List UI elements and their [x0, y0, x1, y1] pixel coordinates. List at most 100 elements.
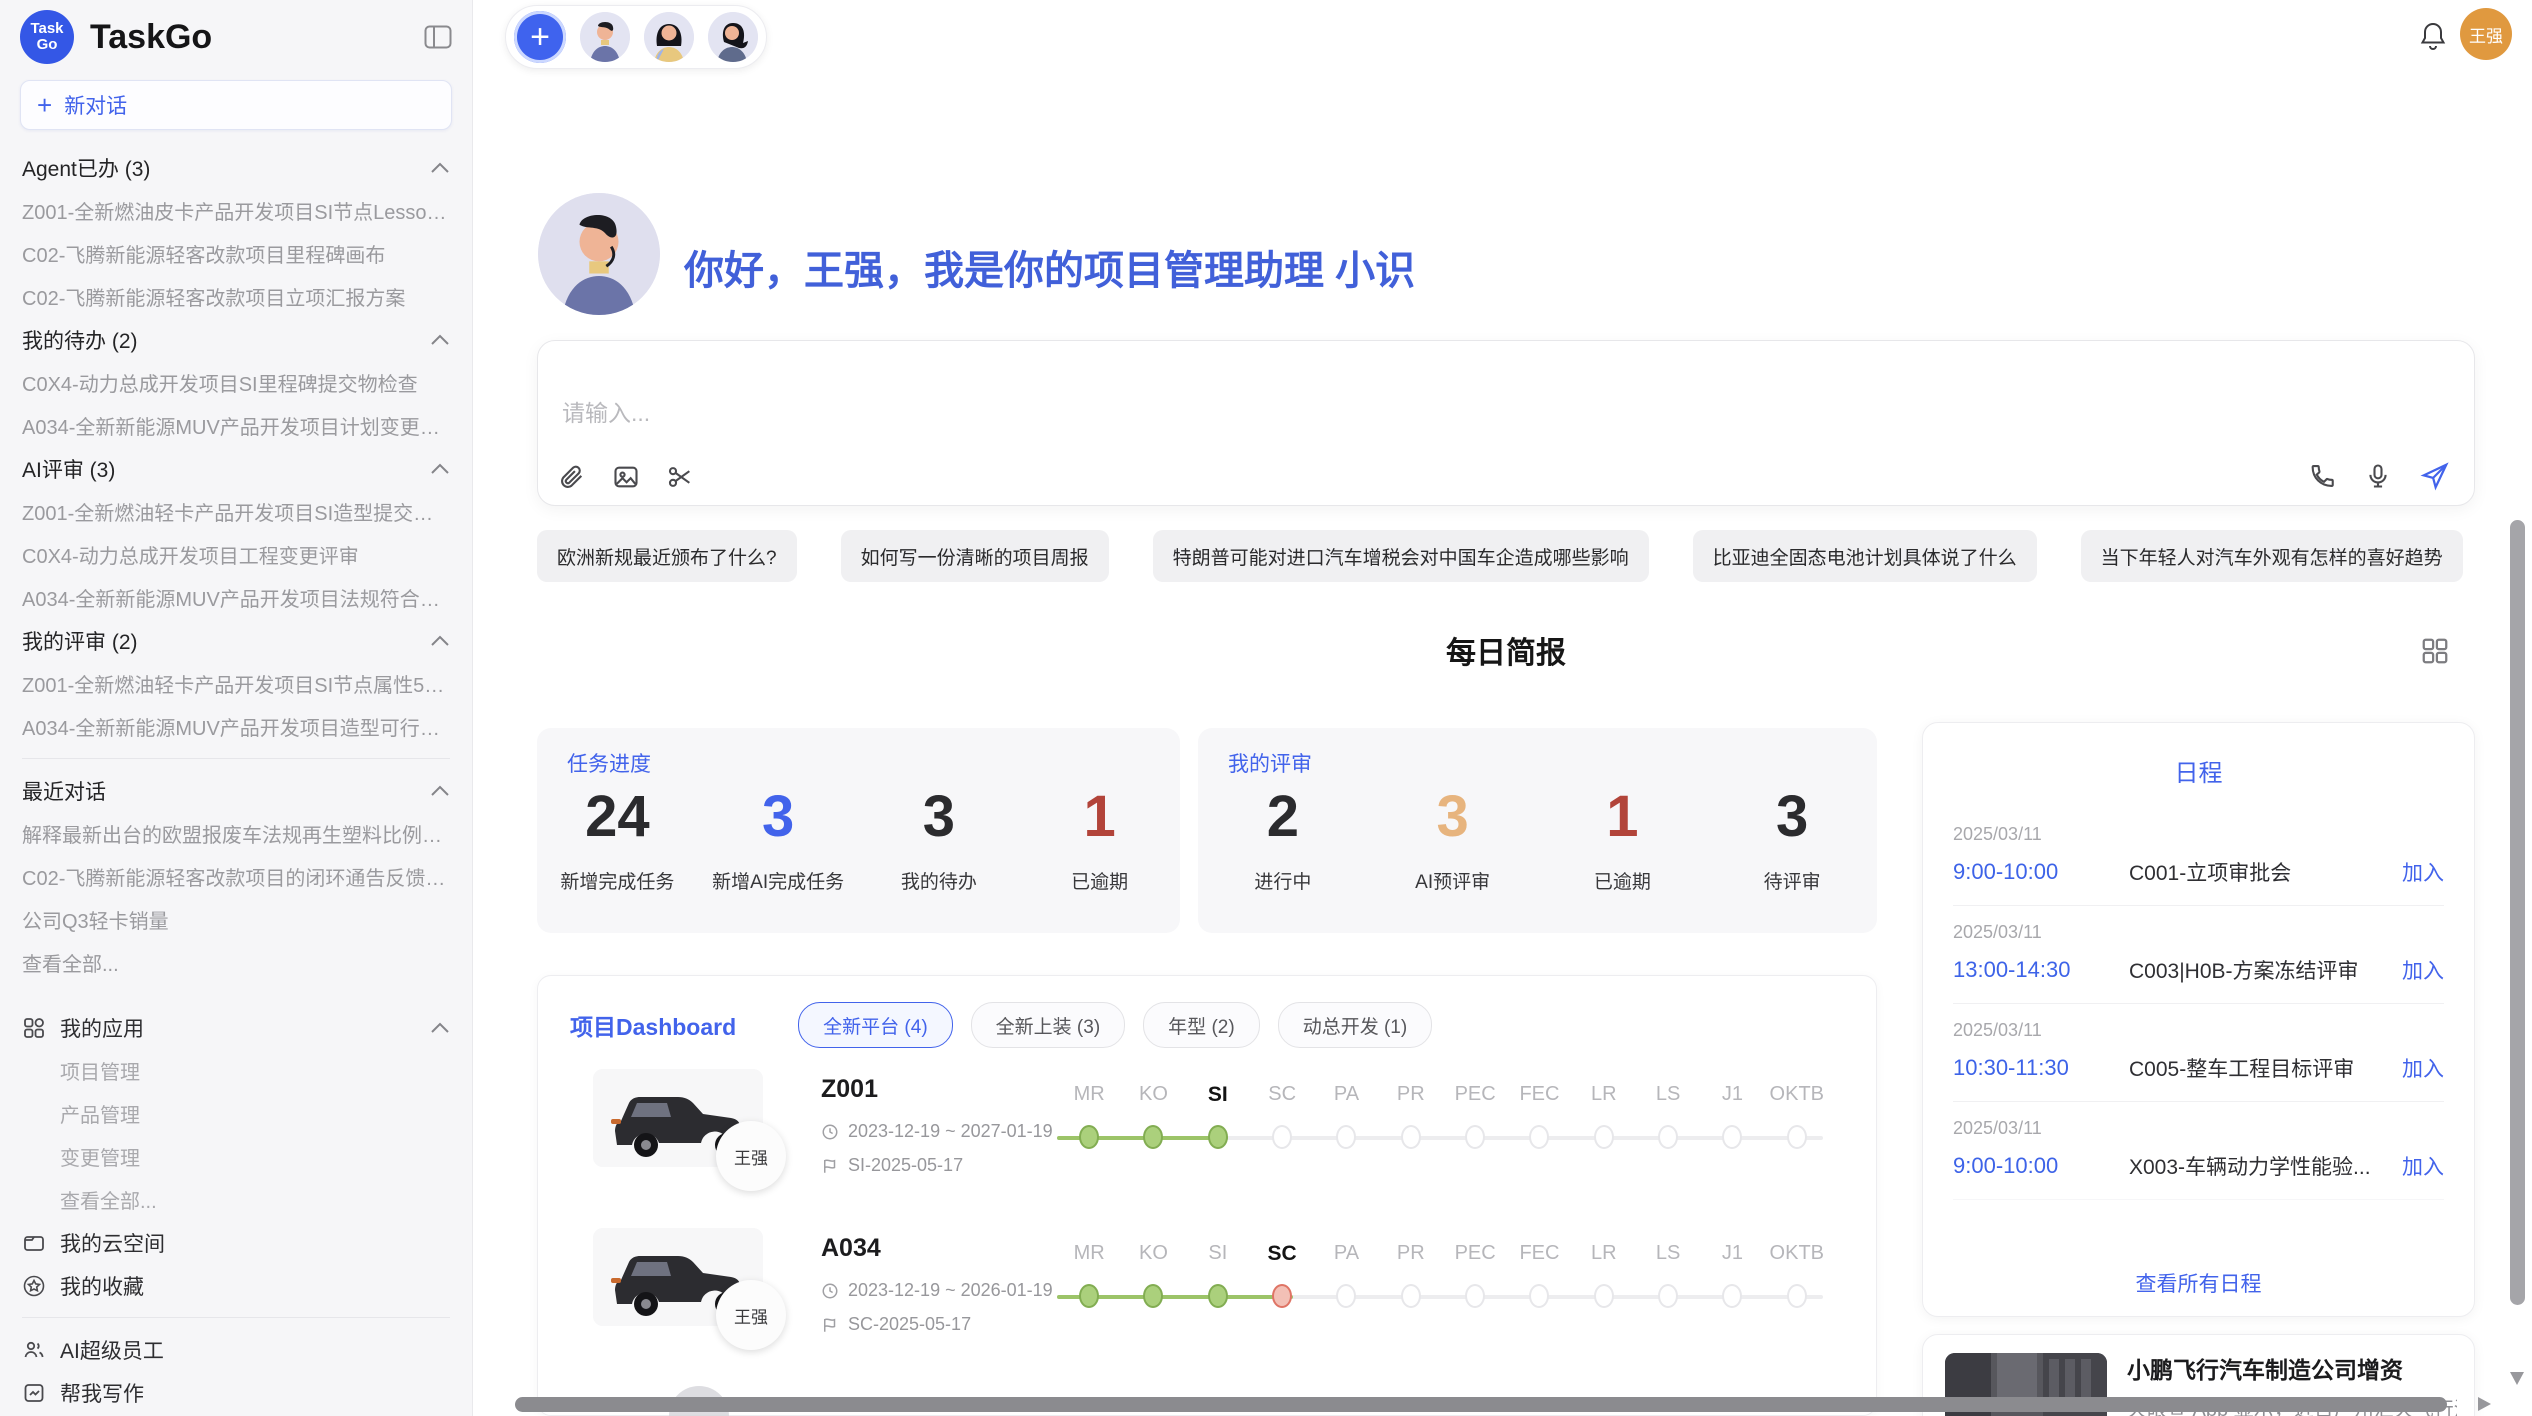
attachment-icon[interactable]: [558, 463, 586, 491]
plus-icon: +: [37, 92, 52, 118]
agent-avatar-1[interactable]: [580, 12, 630, 62]
agent-avatar-3[interactable]: [708, 12, 758, 62]
stat-pending-review: 3 待评审: [1707, 784, 1877, 894]
sidebar-item-help-me-write[interactable]: 帮我写作: [22, 1371, 450, 1414]
list-item[interactable]: Z001-全新燃油皮卡产品开发项目SI节点Lesson Learn报告: [22, 189, 450, 232]
list-item[interactable]: C02-飞腾新能源轻客改款项目的闭环通告反馈情况: [22, 855, 450, 898]
section-my-todo[interactable]: 我的待办 (2): [22, 318, 450, 361]
chevron-up-icon[interactable]: [430, 162, 450, 174]
logo-line2: Go: [37, 37, 58, 53]
list-item[interactable]: C0X4-动力总成开发项目SI里程碑提交物检查: [22, 361, 450, 404]
image-upload-icon[interactable]: [612, 463, 640, 491]
list-item[interactable]: C0X4-动力总成开发项目工程变更评审: [22, 533, 450, 576]
milestone-timeline: [1057, 1284, 1829, 1312]
agent-avatar-2[interactable]: [644, 12, 694, 62]
section-agent-done[interactable]: Agent已办 (3): [22, 146, 450, 189]
list-item[interactable]: A034-全新新能源MUV产品开发项目造型可行性评审: [22, 705, 450, 748]
project-code: Z001: [821, 1075, 878, 1104]
section-my-review[interactable]: 我的评审 (2): [22, 619, 450, 662]
suggestion-chip[interactable]: 当下年轻人对汽车外观有怎样的喜好趋势: [2081, 530, 2463, 582]
milestone-dot-done: [1079, 1284, 1099, 1308]
app-item-change-mgmt[interactable]: 变更管理: [22, 1135, 450, 1178]
chevron-up-icon[interactable]: [430, 334, 450, 346]
stat-in-progress: 2 进行中: [1198, 784, 1368, 894]
greeting-text: 你好，王强，我是你的项目管理助理 小识: [684, 238, 1415, 296]
sidebar-item-cloud-space[interactable]: 我的云空间: [22, 1221, 450, 1264]
scroll-right-arrow[interactable]: [2478, 1397, 2491, 1411]
milestone-dot-done: [1079, 1125, 1099, 1149]
join-meeting-link[interactable]: 加入: [2402, 955, 2444, 985]
milestone-dot: [1272, 1125, 1292, 1149]
sidebar-item-ai-super-staff[interactable]: AI超级员工: [22, 1328, 450, 1371]
list-item[interactable]: C02-飞腾新能源轻客改款项目里程碑画布: [22, 232, 450, 275]
milestone-dot-current: [1208, 1125, 1228, 1149]
horizontal-scrollbar[interactable]: [515, 1397, 2447, 1412]
agent-avatar-bar: +: [505, 5, 767, 69]
layout-grid-icon[interactable]: [2420, 636, 2450, 666]
chevron-up-icon[interactable]: [430, 635, 450, 647]
list-item[interactable]: A034-全新新能源MUV产品开发项目计划变更表编写: [22, 404, 450, 447]
tab-all-new-platform[interactable]: 全新平台 (4): [798, 1002, 953, 1048]
add-agent-button[interactable]: +: [514, 11, 566, 63]
list-item[interactable]: Z001-全新燃油轻卡产品开发项目SI节点属性5D文件评审: [22, 662, 450, 705]
milestone-dot: [1722, 1125, 1742, 1149]
milestone-dot: [1529, 1284, 1549, 1308]
list-item[interactable]: 解释最新出台的欧盟报废车法规再生塑料比例被调至15%...: [22, 812, 450, 855]
tab-powertrain[interactable]: 动总开发 (1): [1278, 1002, 1433, 1048]
voice-call-icon[interactable]: [2308, 462, 2336, 490]
list-item[interactable]: A034-全新新能源MUV产品开发项目法规符合性评审: [22, 576, 450, 619]
sidebar-item-favorites[interactable]: 我的收藏: [22, 1264, 450, 1307]
message-input[interactable]: [560, 399, 1564, 428]
chevron-up-icon[interactable]: [430, 463, 450, 475]
project-owner-badge: 王强: [716, 1121, 786, 1191]
logo-line1: Task: [30, 21, 63, 37]
card-title: 我的评审: [1228, 748, 1312, 778]
card-title: 任务进度: [567, 748, 651, 778]
scroll-down-arrow[interactable]: [2510, 1372, 2524, 1385]
scissors-icon[interactable]: [666, 463, 694, 491]
star-circle-icon: [22, 1274, 46, 1298]
milestone-dot: [1529, 1125, 1549, 1149]
project-row[interactable]: 王强 Z001 2023-12-19 ~ 2027-01-19 SI-2025-…: [538, 1069, 1876, 1229]
tab-year-model[interactable]: 年型 (2): [1143, 1002, 1260, 1048]
view-all-schedule-link[interactable]: 查看所有日程: [1923, 1268, 2474, 1298]
join-meeting-link[interactable]: 加入: [2402, 1151, 2444, 1181]
list-item[interactable]: 公司Q3轻卡销量: [22, 898, 450, 941]
view-all-apps[interactable]: 查看全部...: [22, 1178, 450, 1221]
vertical-scrollbar[interactable]: [2510, 520, 2525, 1305]
schedule-item: 2025/03/11 10:30-11:30 C005-整车工程目标评审 加入: [1953, 1004, 2444, 1102]
project-row[interactable]: 王强 A034 2023-12-19 ~ 2026-01-19 SC-2025-…: [538, 1228, 1876, 1388]
message-composer: [537, 340, 2475, 506]
app-item-project-mgmt[interactable]: 项目管理: [22, 1049, 450, 1092]
milestone-dot: [1787, 1284, 1807, 1308]
sidebar-list: Agent已办 (3) Z001-全新燃油皮卡产品开发项目SI节点Lesson …: [0, 142, 472, 1416]
section-ai-review[interactable]: AI评审 (3): [22, 447, 450, 490]
list-item[interactable]: C02-飞腾新能源轻客改款项目立项汇报方案: [22, 275, 450, 318]
join-meeting-link[interactable]: 加入: [2402, 1053, 2444, 1083]
new-chat-button[interactable]: + 新对话: [20, 80, 452, 130]
suggestion-chip[interactable]: 比亚迪全固态电池计划具体说了什么: [1693, 530, 2037, 582]
notification-bell-icon[interactable]: [2418, 20, 2448, 52]
send-icon[interactable]: [2420, 461, 2450, 491]
suggestion-chip[interactable]: 欧洲新规最近颁布了什么?: [537, 530, 797, 582]
user-avatar[interactable]: 王强: [2460, 8, 2512, 60]
chevron-up-icon[interactable]: [430, 1022, 450, 1034]
view-all-chats[interactable]: 查看全部...: [22, 941, 450, 984]
project-code: A034: [821, 1234, 881, 1263]
join-meeting-link[interactable]: 加入: [2402, 857, 2444, 887]
suggestion-chip[interactable]: 如何写一份清晰的项目周报: [841, 530, 1109, 582]
sidebar-collapse-icon[interactable]: [424, 25, 452, 49]
cloud-folder-icon: [22, 1231, 46, 1255]
chevron-up-icon[interactable]: [430, 785, 450, 797]
section-my-apps[interactable]: 我的应用: [22, 1006, 450, 1049]
app-item-product-mgmt[interactable]: 产品管理: [22, 1092, 450, 1135]
app-title: TaskGo: [90, 18, 424, 57]
sidebar: Task Go TaskGo + 新对话 Agent已办 (3) Z001-全新…: [0, 0, 473, 1416]
list-item[interactable]: Z001-全新燃油轻卡产品开发项目SI造型提交物评审: [22, 490, 450, 533]
daily-brief-title: 每日简报: [537, 628, 2475, 672]
section-recent-chats[interactable]: 最近对话: [22, 769, 450, 812]
suggestion-chip[interactable]: 特朗普可能对进口汽车增税会对中国车企造成哪些影响: [1153, 530, 1649, 582]
tab-new-body[interactable]: 全新上装 (3): [971, 1002, 1126, 1048]
microphone-icon[interactable]: [2364, 462, 2392, 490]
divider: [22, 758, 450, 759]
